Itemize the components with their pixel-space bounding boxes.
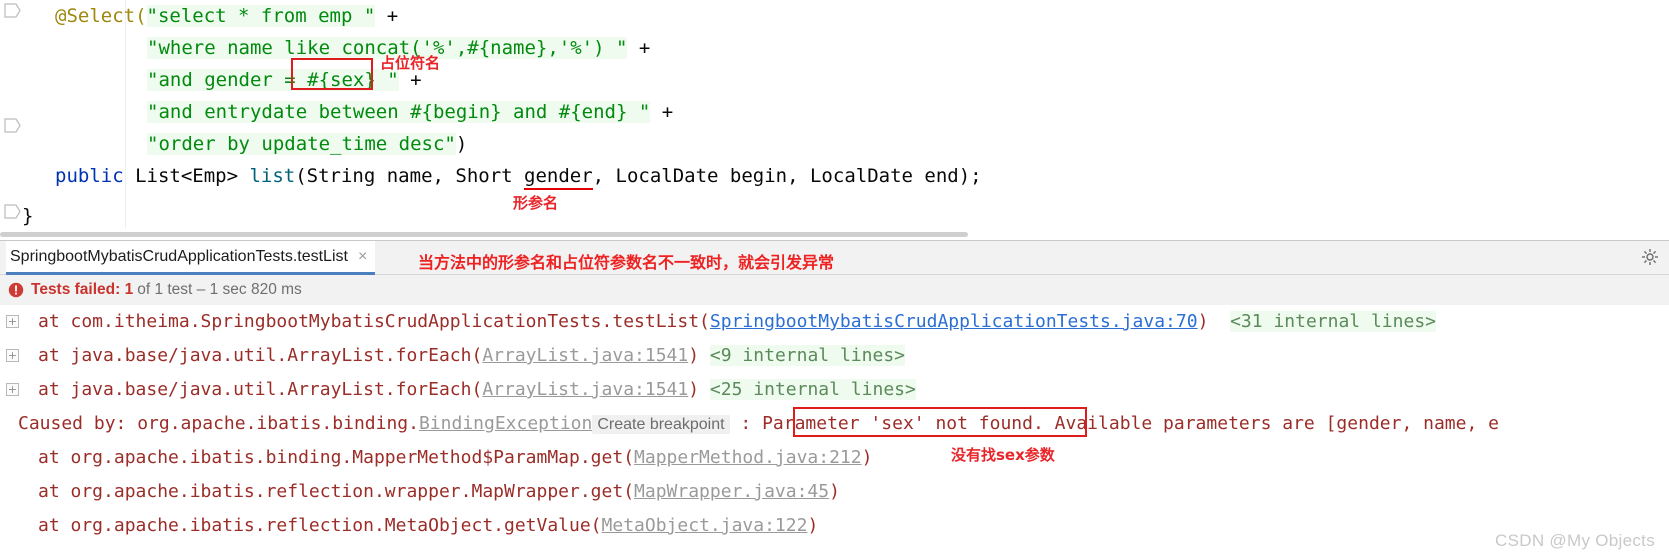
trace-text-part: at java.base/java.util.ArrayList.forEach… <box>38 379 483 400</box>
trace-text-part: at java.base/java.util.ArrayList.forEach… <box>38 345 483 366</box>
code-token: list <box>249 165 296 187</box>
tab-label: SpringbootMybatisCrudApplicationTests.te… <box>10 247 348 265</box>
tab-test-run[interactable]: SpringbootMybatisCrudApplicationTests.te… <box>6 241 376 275</box>
internal-lines-badge[interactable]: <25 internal lines> <box>709 379 916 400</box>
code-token: (String name, Short <box>295 165 525 187</box>
source-link[interactable]: SpringbootMybatisCrudApplicationTests.ja… <box>710 311 1198 332</box>
stack-trace-text: at org.apache.ibatis.reflection.MetaObje… <box>38 509 818 543</box>
expand-icon[interactable]: + <box>6 383 19 396</box>
source-link[interactable]: BindingException <box>419 413 592 434</box>
gear-icon[interactable] <box>1641 248 1659 266</box>
trace-text-part: ) <box>807 515 819 536</box>
trace-text-part: ) <box>1197 311 1209 332</box>
panel-tab-bar: SpringbootMybatisCrudApplicationTests.te… <box>0 241 1669 275</box>
trace-text-part: at com.itheima.SpringbootMybatisCrudAppl… <box>38 311 710 332</box>
watermark-text: CSDN @My Objects <box>1495 531 1655 550</box>
stack-trace-text: at com.itheima.SpringbootMybatisCrudAppl… <box>38 305 1436 339</box>
internal-lines-badge[interactable]: <9 internal lines> <box>709 345 905 366</box>
run-test-panel: SpringbootMybatisCrudApplicationTests.te… <box>0 240 1669 559</box>
code-token: public <box>55 165 136 187</box>
trace-text-part: : <box>729 413 763 434</box>
code-token: gender <box>524 165 593 190</box>
trace-text-part <box>699 379 710 400</box>
code-line: "order by update_time desc") <box>147 128 467 160</box>
trace-text-part: at org.apache.ibatis.binding.MapperMetho… <box>38 447 635 468</box>
code-token: @Select( <box>55 5 147 27</box>
trace-text-part: at org.apache.ibatis.reflection.MetaObje… <box>38 515 602 536</box>
trace-text-part: ) <box>861 447 873 468</box>
test-duration-label: of 1 test – 1 sec 820 ms <box>137 281 302 298</box>
trace-text-part <box>1208 311 1230 332</box>
source-code[interactable]: @Select("select * from emp " + "where nam… <box>0 0 1669 238</box>
close-icon[interactable]: × <box>358 248 367 265</box>
code-line: "and entrydate between #{begin} and #{en… <box>147 96 673 128</box>
source-link[interactable]: MetaObject.java:122 <box>602 515 808 536</box>
test-status-bar: Tests failed: 1 of 1 test – 1 sec 820 ms <box>0 275 1669 305</box>
expand-icon[interactable]: + <box>6 315 19 328</box>
error-icon <box>8 282 24 298</box>
code-token: List<Emp> <box>135 165 250 187</box>
code-token: + <box>375 5 399 27</box>
code-token: "and gender = #{sex} " <box>147 69 399 91</box>
trace-text-part: ) <box>688 379 700 400</box>
trace-text-part: at org.apache.ibatis.reflection.wrapper.… <box>38 481 635 502</box>
source-link[interactable]: MapWrapper.java:45 <box>634 481 829 502</box>
stack-trace-text: at org.apache.ibatis.binding.MapperMetho… <box>38 441 872 475</box>
ide-window: @Select("select * from emp " + "where nam… <box>0 0 1669 559</box>
stack-trace-text: at org.apache.ibatis.reflection.wrapper.… <box>38 475 840 509</box>
stack-trace-text: Caused by: org.apache.ibatis.binding.Bin… <box>18 407 1499 442</box>
trace-text-part: Parameter 'sex' not found <box>762 413 1033 434</box>
code-token: + <box>650 101 674 123</box>
closing-brace: } <box>22 205 34 227</box>
internal-lines-badge[interactable]: <31 internal lines> <box>1230 311 1436 332</box>
code-editor-pane: @Select("select * from emp " + "where nam… <box>0 0 1669 238</box>
trace-text-part <box>699 345 710 366</box>
annotation-param-name: 形参名 <box>513 194 559 212</box>
source-link[interactable]: MapperMethod.java:212 <box>634 447 862 468</box>
expand-icon[interactable]: + <box>6 349 19 362</box>
annotation-placeholder-name: 占位符名 <box>380 54 441 72</box>
trace-text-part: Caused by: org.apache.ibatis.binding. <box>18 413 419 434</box>
code-line: @Select("select * from emp " + <box>55 0 398 32</box>
code-token: ) <box>455 133 468 155</box>
stack-trace-text: at java.base/java.util.ArrayList.forEach… <box>38 339 905 373</box>
stack-trace-text: at java.base/java.util.ArrayList.forEach… <box>38 373 916 407</box>
code-token: "select * from emp " <box>146 5 376 27</box>
trace-text-part: ) <box>829 481 840 502</box>
source-link[interactable]: ArrayList.java:1541 <box>482 379 688 400</box>
trace-text-part: ) <box>688 345 700 366</box>
code-token: , LocalDate begin, LocalDate end); <box>592 165 982 187</box>
source-link[interactable]: ArrayList.java:1541 <box>482 345 688 366</box>
test-failed-label: Tests failed: 1 <box>31 281 134 298</box>
method-signature-line: public List<Emp> list(String name, Short… <box>55 160 982 192</box>
code-token: "and entrydate between #{begin} and #{en… <box>147 101 651 123</box>
code-token: "order by update_time desc" <box>147 133 456 155</box>
annotation-no-sex-param: 没有找sex参数 <box>951 446 1055 464</box>
editor-horizontal-scrollbar[interactable] <box>0 232 968 237</box>
annotation-banner-mismatch: 当方法中的形参名和占位符参数名不一致时，就会引发异常 <box>418 253 835 272</box>
trace-text-part: . Available parameters are [gender, name… <box>1033 413 1499 434</box>
stack-trace-console[interactable]: + at com.itheima.SpringbootMybatisCrudApp… <box>0 305 1669 559</box>
code-token: + <box>627 37 651 59</box>
create-breakpoint-chip[interactable]: Create breakpoint <box>592 415 730 434</box>
